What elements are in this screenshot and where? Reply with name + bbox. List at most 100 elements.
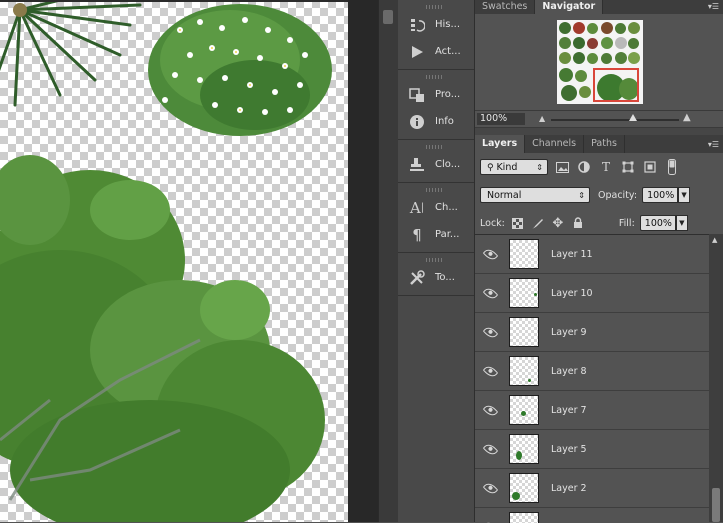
lock-position-icon[interactable]: ✥	[551, 216, 565, 230]
layers-scroll-thumb[interactable]	[712, 488, 720, 522]
filter-adjustment-icon[interactable]	[576, 160, 592, 174]
document-canvas[interactable]	[0, 0, 348, 522]
lock-pixels-icon[interactable]	[531, 216, 545, 230]
tab-layers[interactable]: Layers	[475, 135, 525, 153]
dock-group-tool-presets: To...	[398, 253, 474, 296]
layer-list: Layer 11 Layer 10 Layer 9 Layer 8 Layer …	[475, 234, 709, 523]
layer-row[interactable]	[475, 508, 709, 523]
filter-shape-icon[interactable]	[620, 160, 636, 174]
panel-separator	[475, 128, 723, 135]
filter-kind-label: Kind	[496, 162, 517, 173]
dock-item-history[interactable]: His...	[398, 11, 474, 38]
filter-smart-object-icon[interactable]	[642, 160, 658, 174]
opacity-field[interactable]: 100%	[642, 187, 678, 203]
dock-group-clone-source: Clo...	[398, 140, 474, 183]
blend-mode-label: Normal	[487, 190, 521, 201]
visibility-toggle[interactable]	[475, 484, 505, 493]
info-icon	[408, 113, 426, 131]
navigator-thumbnail[interactable]	[557, 20, 643, 104]
layer-row[interactable]: Layer 2	[475, 469, 709, 508]
canvas-vertical-scrollbar[interactable]	[378, 0, 398, 522]
visibility-toggle[interactable]	[475, 445, 505, 454]
layer-name: Layer 9	[551, 327, 587, 338]
layers-scrollbar[interactable]: ▲	[709, 234, 723, 522]
lock-transparent-icon[interactable]	[511, 216, 525, 230]
navigator-tab-bar: Swatches Navigator ▾☰	[475, 0, 723, 14]
eye-icon	[482, 324, 498, 340]
properties-icon	[408, 86, 426, 104]
dock-item-tool-presets-label: To...	[435, 272, 455, 283]
layer-row[interactable]: Layer 5	[475, 430, 709, 469]
fill-field[interactable]: 100%	[640, 215, 676, 231]
layer-row[interactable]: Layer 11	[475, 235, 709, 274]
dock-grip[interactable]	[426, 75, 444, 79]
filter-pixel-icon[interactable]	[554, 160, 570, 174]
dock-grip[interactable]	[426, 5, 444, 9]
lock-fill-row: Lock: ✥ Fill: 100% ▼	[475, 209, 723, 237]
layer-row[interactable]: Layer 10	[475, 274, 709, 313]
clone-source-icon	[408, 156, 426, 174]
layer-name: Layer 11	[551, 249, 593, 260]
zoom-in-icon[interactable]: ▲	[683, 112, 691, 123]
tab-paths[interactable]: Paths	[584, 135, 625, 153]
zoom-slider[interactable]	[551, 119, 679, 121]
visibility-toggle[interactable]	[475, 406, 505, 415]
dock-item-info-label: Info	[435, 116, 454, 127]
navigator-view-box[interactable]	[593, 68, 639, 102]
layer-name: Layer 5	[551, 444, 587, 455]
filter-type-icon[interactable]: T	[598, 160, 614, 174]
play-icon	[408, 43, 426, 61]
visibility-toggle[interactable]	[475, 328, 505, 337]
opacity-dropdown-icon[interactable]: ▼	[678, 187, 690, 203]
layers-tab-bar: Layers Channels Paths ▾☰	[475, 135, 723, 153]
blend-mode-select[interactable]: Normal ⇕	[480, 187, 590, 203]
fill-dropdown-icon[interactable]: ▼	[676, 215, 688, 231]
eye-icon	[482, 402, 498, 418]
layer-row[interactable]: Layer 7	[475, 391, 709, 430]
visibility-toggle[interactable]	[475, 250, 505, 259]
dock-item-properties-label: Pro...	[435, 89, 460, 100]
plant-artwork	[0, 0, 348, 522]
dock-item-history-label: His...	[435, 19, 460, 30]
eye-icon	[482, 363, 498, 379]
navigator-preview-area	[475, 14, 723, 111]
dock-item-clone-source-label: Clo...	[435, 159, 460, 170]
layer-thumbnail	[509, 239, 539, 269]
dock-item-character-label: Ch...	[435, 202, 458, 213]
zoom-slider-knob[interactable]	[629, 114, 637, 121]
panel-menu-icon[interactable]: ▾☰	[708, 140, 719, 149]
panel-menu-icon[interactable]: ▾☰	[708, 2, 719, 11]
tab-navigator[interactable]: Navigator	[535, 0, 603, 14]
zoom-out-icon[interactable]: ▲	[539, 114, 545, 123]
dock-item-properties[interactable]: Pro...	[398, 81, 474, 108]
layer-row[interactable]: Layer 9	[475, 313, 709, 352]
updown-icon: ⇕	[578, 188, 585, 204]
scroll-up-icon[interactable]: ▲	[712, 236, 717, 244]
zoom-level-field[interactable]: 100%	[477, 113, 525, 125]
canvas-scroll-thumb[interactable]	[383, 10, 393, 24]
paragraph-icon: ¶	[408, 226, 426, 244]
dock-item-paragraph[interactable]: ¶ Par...	[398, 221, 474, 248]
dock-grip[interactable]	[426, 145, 444, 149]
layer-thumbnail	[509, 278, 539, 308]
dock-item-tool-presets[interactable]: To...	[398, 264, 474, 291]
visibility-toggle[interactable]	[475, 289, 505, 298]
opacity-label: Opacity:	[598, 190, 637, 201]
dock-item-paragraph-label: Par...	[435, 229, 459, 240]
dock-item-clone-source[interactable]: Clo...	[398, 151, 474, 178]
dock-item-info[interactable]: Info	[398, 108, 474, 135]
visibility-toggle[interactable]	[475, 367, 505, 376]
flower-shrub	[148, 4, 332, 136]
dock-item-actions[interactable]: Act...	[398, 38, 474, 65]
filter-toggle-icon[interactable]	[664, 160, 680, 174]
dock-item-character[interactable]: A| Ch...	[398, 194, 474, 221]
filter-kind-select[interactable]: ⚲ Kind ⇕	[480, 159, 548, 175]
dock-grip[interactable]	[426, 258, 444, 262]
dock-grip[interactable]	[426, 188, 444, 192]
layer-row[interactable]: Layer 8	[475, 352, 709, 391]
tab-swatches[interactable]: Swatches	[475, 0, 535, 14]
canvas-pasteboard	[348, 0, 378, 522]
tool-presets-icon	[408, 269, 426, 287]
lock-all-icon[interactable]	[571, 216, 585, 230]
tab-channels[interactable]: Channels	[525, 135, 584, 153]
